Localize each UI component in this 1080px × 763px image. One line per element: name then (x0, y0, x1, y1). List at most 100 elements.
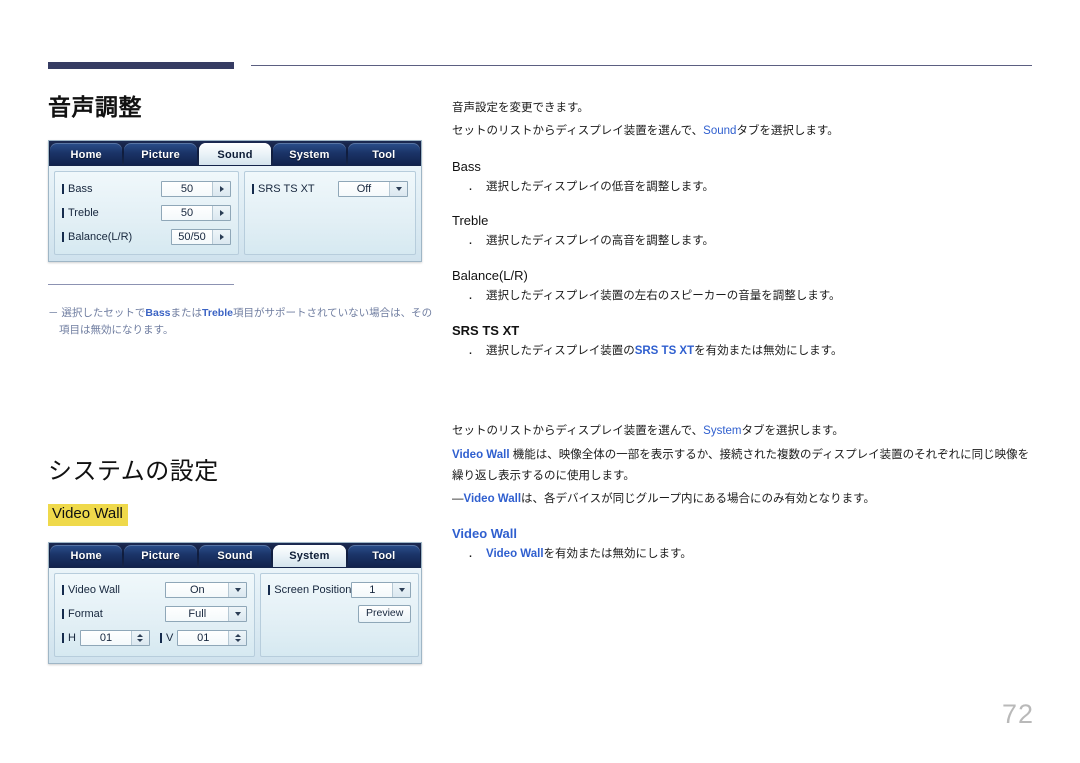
osd-label-screen-position: Screen Position (268, 584, 351, 596)
system-osd-panel: Home Picture Sound System Tool Video Wal… (48, 541, 422, 664)
spinner-updown-icon[interactable] (228, 631, 247, 646)
sound-note-block: － 選択したセットでBassまたはTreble項目がサポートされていない場合は、… (48, 284, 432, 339)
preview-button[interactable]: Preview (357, 605, 412, 623)
system-tab-link[interactable]: System (703, 425, 741, 437)
right-column: 音声設定を変更できます。 セットのリストからディスプレイ装置を選んで、Sound… (452, 98, 1038, 568)
tab-sound[interactable]: Sound (198, 544, 272, 568)
system-osd-body: Video Wall On Format Full H 01 V 01 Scre… (49, 567, 421, 663)
tab-home[interactable]: Home (50, 544, 123, 568)
osd-row-screen-position: Screen Position 1 (268, 580, 412, 601)
video-wall-highlight-heading: Video Wall (48, 504, 128, 526)
sound-osd-right-pane: SRS TS XT Off (244, 171, 416, 255)
osd-dropdown-video-wall[interactable]: On (165, 582, 248, 599)
spinner-updown-icon[interactable] (130, 631, 149, 646)
osd-label-treble: Treble (62, 207, 99, 219)
osd-label-format: Format (62, 608, 103, 620)
osd-value-format: Full (166, 607, 229, 622)
sound-section-title: 音声調整 (48, 94, 142, 120)
heading-srs-ts-xt: SRS TS XT (452, 322, 520, 338)
dash-note-link[interactable]: Video Wall (464, 493, 522, 505)
osd-dropdown-srs-ts-xt[interactable]: Off (338, 180, 408, 197)
osd-value-screen-position: 1 (352, 583, 393, 598)
sound-osd-tabbar: Home Picture Sound System Tool (49, 141, 421, 166)
heading-video-wall: Video Wall (452, 525, 518, 541)
system-osd-right-pane: Screen Position 1 Preview (260, 572, 420, 657)
osd-row-preview: Preview (268, 604, 412, 625)
tab-tool[interactable]: Tool (347, 544, 421, 568)
heading-bass: Bass (452, 158, 481, 174)
osd-row-video-wall: Video Wall On (62, 580, 248, 601)
osd-row-spacer (268, 628, 411, 649)
osd-value-srs-ts-xt: Off (339, 181, 389, 196)
tab-system[interactable]: System (273, 143, 346, 166)
system-section-title: システムの設定 (48, 458, 219, 486)
bullet-balance: 選択したディスプレイ装置の左右のスピーカーの音量を調整します。 (452, 284, 1038, 311)
chevron-down-icon[interactable] (389, 181, 407, 196)
note-text-1: 選択したセットで (61, 306, 146, 319)
tab-home[interactable]: Home (50, 143, 123, 166)
header-rule (48, 62, 1032, 74)
page-number: 72 (1001, 699, 1034, 729)
system-osd-left-pane: Video Wall On Format Full H 01 V 01 (54, 572, 256, 657)
osd-row-balance: Balance(L/R) 50/50 (62, 226, 231, 247)
bullet-treble: 選択したディスプレイの高音を調整します。 (452, 229, 1038, 256)
osd-row-treble: Treble 50 (62, 202, 231, 223)
sound-intro-2b: タブを選択します。 (736, 125, 839, 138)
bullet-bass: 選択したディスプレイの低音を調整します。 (452, 175, 1038, 202)
osd-dropdown-screen-position[interactable]: 1 (351, 582, 412, 599)
arrow-right-icon[interactable] (212, 205, 230, 220)
header-thin-line (251, 65, 1032, 66)
osd-field-treble[interactable]: 50 (161, 204, 231, 221)
chevron-down-icon[interactable] (228, 607, 247, 622)
system-intro-1b: タブを選択します。 (741, 425, 844, 438)
sound-osd-left-pane: Bass 50 Treble 50 Balance(L/R) 50/50 (54, 171, 239, 255)
bullet-srs-ts-xt: 選択したディスプレイ装置のSRS TS XTを有効または無効にします。 (452, 339, 1038, 366)
chevron-down-icon[interactable] (228, 583, 247, 598)
bullet-video-wall-text: を有効または無効にします。 (543, 547, 692, 560)
dash-note-prefix: ― (452, 493, 464, 506)
system-intro-1a: セットのリストからディスプレイ装置を選んで、 (452, 425, 704, 438)
osd-row-bass: Bass 50 (62, 178, 231, 199)
system-block: システムの設定 Video Wall Home Picture Sound Sy… (48, 451, 438, 664)
osd-label-h: H (62, 632, 76, 644)
tab-sound[interactable]: Sound (198, 143, 272, 166)
bullet-video-wall-link[interactable]: Video Wall (486, 548, 544, 560)
bullet-srs-text-b: を有効または無効にします。 (694, 344, 843, 357)
osd-label-video-wall: Video Wall (62, 584, 120, 596)
heading-treble: Treble (452, 213, 489, 229)
system-dash-note: ―Video Wallは、各デバイスが同じグループ内にある場合にのみ有効となりま… (452, 489, 1038, 510)
tab-tool[interactable]: Tool (347, 143, 421, 166)
osd-value-balance: 50/50 (172, 229, 212, 244)
dash-note-text: は、各デバイスが同じグループ内にある場合にのみ有効となります。 (521, 493, 875, 506)
arrow-right-icon[interactable] (212, 229, 230, 244)
osd-value-bass: 50 (162, 181, 212, 196)
chevron-down-icon[interactable] (392, 583, 411, 598)
video-wall-link[interactable]: Video Wall (452, 449, 510, 461)
tab-picture[interactable]: Picture (124, 143, 197, 166)
note-dash: － (48, 306, 59, 319)
osd-value-treble: 50 (162, 205, 212, 220)
osd-stepper-h[interactable]: 01 (79, 630, 150, 647)
osd-stepper-v[interactable]: 01 (177, 630, 248, 647)
osd-field-balance[interactable]: 50/50 (171, 228, 231, 245)
sound-tab-link[interactable]: Sound (703, 125, 736, 137)
osd-value-video-wall: On (166, 583, 229, 598)
system-intro-line-1: セットのリストからディスプレイ装置を選んで、Systemタブを選択します。 (452, 421, 1038, 442)
bullet-srs-link[interactable]: SRS TS XT (635, 345, 694, 357)
osd-value-v: 01 (178, 631, 229, 646)
osd-row-srs: SRS TS XT Off (252, 178, 408, 199)
tab-system[interactable]: System (273, 544, 346, 568)
arrow-right-icon[interactable] (212, 181, 230, 196)
heading-balance: Balance(L/R) (452, 267, 528, 283)
note-bold-bass: Bass (145, 306, 171, 319)
osd-label-balance: Balance(L/R) (62, 231, 132, 243)
note-bold-treble: Treble (202, 306, 233, 319)
osd-dropdown-format[interactable]: Full (165, 606, 248, 623)
tab-picture[interactable]: Picture (124, 544, 197, 568)
osd-field-bass[interactable]: 50 (161, 180, 231, 197)
osd-label-srs-ts-xt: SRS TS XT (252, 183, 315, 195)
osd-row-hv-steppers: H 01 V 01 (62, 628, 248, 649)
system-intro-line-2: Video Wall 機能は、映像全体の一部を表示するか、接続された複数のディス… (452, 445, 1038, 488)
system-intro-2-text: 機能は、映像全体の一部を表示するか、接続された複数のディスプレイ装置のそれぞれに… (452, 448, 1030, 482)
osd-label-v: V (160, 632, 173, 644)
